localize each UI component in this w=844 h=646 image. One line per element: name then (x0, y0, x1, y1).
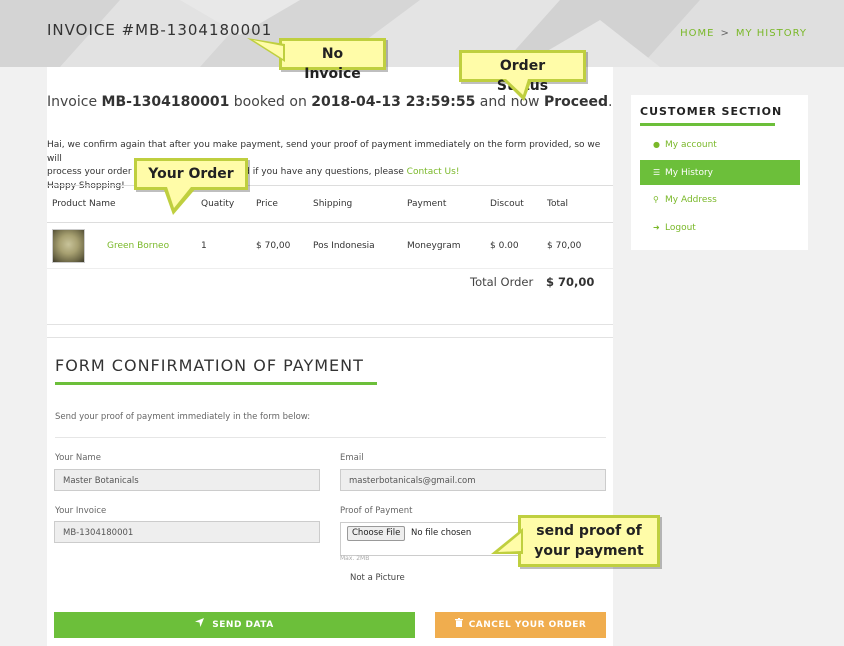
send-data-button[interactable]: SEND DATA (54, 612, 415, 638)
order-table: Product Name Quatity Price Shipping Paym… (47, 185, 613, 269)
callout-send-proof-line-2: your payment (534, 543, 644, 559)
form-divider (55, 437, 606, 438)
booking-prefix: Invoice (47, 94, 98, 110)
breadcrumb-current-link[interactable]: MY HISTORY (736, 28, 807, 39)
sidebar-item-label: Logout (665, 223, 696, 233)
order-status: Proceed (543, 94, 609, 110)
callout-no-invoice-text: No Invoice (304, 46, 361, 82)
sidebar-item-label: My History (665, 168, 713, 178)
user-icon: ● (653, 140, 660, 149)
col-discount: Discout (485, 185, 542, 223)
sidebar-title-underline (640, 123, 775, 126)
breadcrumb-home-link[interactable]: HOME (680, 28, 714, 39)
callout-send-proof-line-1: send proof of (536, 523, 642, 539)
col-payment: Payment (402, 185, 485, 223)
your-name-label: Your Name (55, 453, 101, 463)
sidebar-item-logout[interactable]: ➜ Logout (640, 215, 800, 240)
note-line-2-mid: And if you have any questions, please (232, 167, 404, 177)
map-marker-icon: ⚲ (653, 195, 659, 204)
choose-file-button[interactable]: Choose File (347, 526, 406, 541)
callout-tail (502, 79, 532, 101)
callout-your-order: Your Order (134, 158, 248, 215)
quantity-cell: 1 (196, 222, 251, 269)
proof-of-payment-label: Proof of Payment (340, 506, 413, 516)
your-invoice-field[interactable]: MB-1304180001 (54, 521, 320, 543)
email-label: Email (340, 453, 364, 463)
breadcrumb-separator: > (720, 28, 730, 39)
send-icon (195, 612, 205, 638)
product-name-link[interactable]: Green Borneo (107, 241, 169, 251)
your-name-field[interactable]: Master Botanicals (54, 469, 320, 491)
booking-suffix: . (608, 94, 613, 110)
sidebar-item-my-account[interactable]: ● My account (640, 132, 800, 157)
contact-us-link[interactable]: Contact Us! (407, 167, 460, 177)
no-file-chosen-text: No file chosen (411, 528, 472, 538)
table-row: Green Borneo 1 $ 70,00 Pos Indonesia Mon… (47, 222, 613, 269)
col-quantity: Quatity (196, 185, 251, 223)
order-table-header: Product Name Quatity Price Shipping Paym… (47, 185, 613, 223)
logout-icon: ➜ (653, 223, 660, 232)
section-divider (47, 324, 613, 338)
invoice-number: MB-1304180001 (101, 94, 230, 110)
booked-on-label: booked on (233, 94, 307, 110)
callout-no-invoice: No Invoice (247, 38, 386, 82)
product-thumbnail[interactable] (52, 228, 85, 263)
col-price: Price (251, 185, 308, 223)
trash-icon (454, 612, 463, 638)
send-data-label: SEND DATA (212, 620, 274, 630)
list-icon: ☰ (653, 168, 661, 177)
discount-cell: $ 0.00 (485, 222, 542, 269)
page-header: INVOICE #MB-1304180001 HOME > MY HISTORY (0, 0, 844, 67)
callout-order-status: Order Status (459, 50, 586, 101)
sidebar-item-label: My account (665, 140, 717, 150)
sidebar-item-my-history[interactable]: ☰ My History (640, 160, 800, 185)
booking-datetime: 2018-04-13 23:59:55 (311, 94, 476, 110)
not-a-picture-text: Not a Picture (350, 573, 405, 583)
price-cell: $ 70,00 (251, 222, 308, 269)
note-line-2-start: process your order (47, 167, 132, 177)
form-intro: Send your proof of payment immediately i… (55, 412, 311, 422)
callout-send-proof: send proof of your payment (491, 515, 660, 567)
callout-tail (491, 528, 523, 554)
shipping-cell: Pos Indonesia (308, 222, 402, 269)
callout-tail (163, 187, 197, 215)
total-order-value: $ 70,00 (546, 275, 595, 289)
customer-sidebar: CUSTOMER SECTION ● My account ☰ My History… (631, 95, 808, 250)
page-title: INVOICE #MB-1304180001 (47, 21, 273, 39)
callout-your-order-text: Your Order (148, 166, 234, 182)
max-size-hint: Max. 2MB (340, 555, 370, 562)
col-total: Total (542, 185, 613, 223)
form-title-underline (55, 382, 377, 385)
note-line-2: process your order And if you have any q… (47, 166, 613, 180)
sidebar-item-my-address[interactable]: ⚲ My Address (640, 187, 800, 212)
sidebar-title: CUSTOMER SECTION (640, 105, 783, 118)
total-cell: $ 70,00 (542, 222, 613, 269)
cancel-order-button[interactable]: CANCEL YOUR ORDER (435, 612, 606, 638)
sidebar-item-label: My Address (665, 195, 717, 205)
callout-tail (247, 38, 285, 62)
form-title: FORM CONFIRMATION OF PAYMENT (55, 356, 364, 375)
note-line-1: Hai, we confirm again that after you mak… (47, 140, 601, 164)
product-cell: Green Borneo (47, 222, 196, 269)
cancel-order-label: CANCEL YOUR ORDER (468, 620, 587, 630)
your-invoice-label: Your Invoice (55, 506, 107, 516)
total-order-label: Total Order (470, 275, 534, 289)
col-shipping: Shipping (308, 185, 402, 223)
email-field[interactable]: masterbotanicals@gmail.com (340, 469, 606, 491)
breadcrumb: HOME > MY HISTORY (680, 28, 807, 39)
payment-cell: Moneygram (402, 222, 485, 269)
